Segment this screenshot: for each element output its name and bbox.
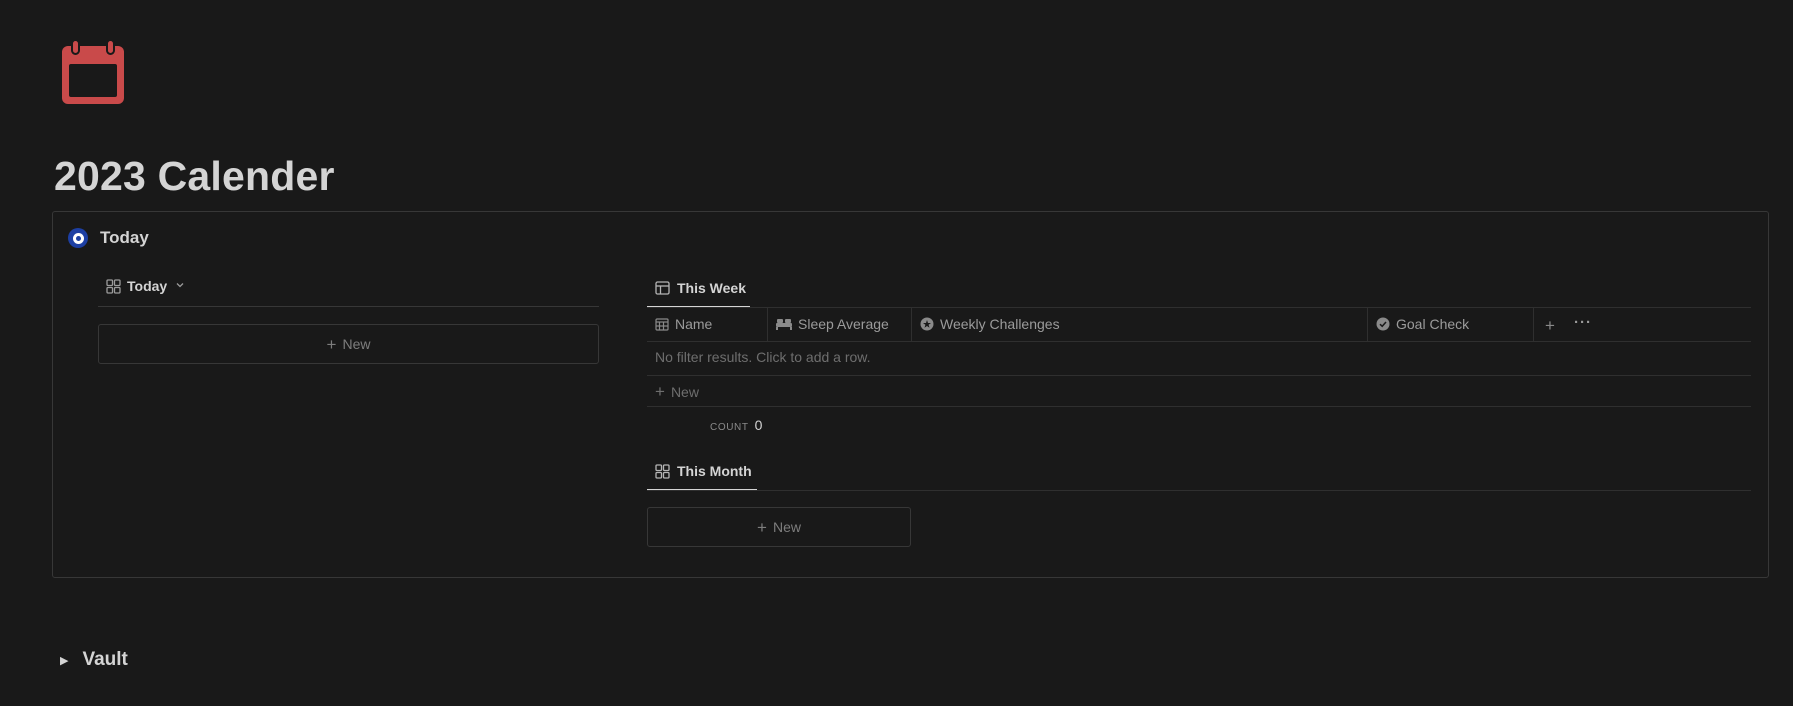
view-tab-label: Today — [127, 278, 168, 294]
plus-icon: + — [326, 334, 337, 354]
new-label: New — [342, 336, 371, 352]
divider — [98, 306, 599, 307]
column-label: Name — [675, 316, 713, 332]
column-label: Weekly Challenges — [940, 316, 1060, 332]
tab-this-month[interactable]: This Month — [655, 463, 752, 479]
count-summary[interactable]: COUNT 0 — [710, 417, 762, 433]
callout-header: Today — [68, 228, 149, 248]
column-divider[interactable] — [767, 308, 768, 341]
more-options-button[interactable]: ··· — [1574, 314, 1592, 331]
calendar-grid-icon — [655, 317, 669, 331]
plus-icon: + — [1545, 316, 1555, 335]
column-header-weekly-challenges[interactable]: Weekly Challenges — [920, 316, 1060, 332]
column-divider[interactable] — [1367, 308, 1368, 341]
divider — [647, 406, 1751, 407]
divider — [647, 375, 1751, 376]
add-property-button[interactable]: + — [1545, 316, 1555, 336]
divider — [647, 307, 1751, 308]
new-label: New — [670, 383, 699, 400]
count-value: 0 — [754, 417, 763, 433]
vault-toggle[interactable]: ▶ Vault — [60, 649, 128, 671]
divider — [647, 341, 1751, 342]
triangle-right-icon[interactable]: ▶ — [60, 654, 68, 667]
vault-label[interactable]: Vault — [82, 649, 127, 671]
column-divider[interactable] — [911, 308, 912, 341]
chevron-down-icon[interactable] — [175, 280, 185, 293]
column-header-name[interactable]: Name — [655, 316, 712, 332]
add-row-button[interactable]: + New — [655, 383, 699, 400]
tab-label: This Month — [677, 463, 752, 479]
page: 2023 Calender Today Today + New This Wee… — [0, 0, 1793, 706]
column-label: Goal Check — [1396, 316, 1470, 332]
count-label: COUNT — [710, 422, 749, 433]
plus-icon: + — [757, 517, 767, 537]
bed-icon — [776, 318, 792, 330]
column-header-goal-check[interactable]: Goal Check — [1376, 316, 1469, 332]
page-title[interactable]: 2023 Calender — [54, 150, 335, 202]
gallery-icon — [106, 278, 121, 294]
view-tab-today[interactable]: Today — [106, 278, 185, 294]
tab-this-week[interactable]: This Week — [655, 280, 746, 296]
column-divider[interactable] — [1533, 308, 1534, 341]
divider — [647, 490, 1751, 491]
callout-title[interactable]: Today — [100, 228, 149, 248]
gallery-icon — [655, 463, 670, 479]
new-card-button[interactable]: + New — [98, 324, 599, 364]
target-icon[interactable] — [68, 228, 88, 248]
plus-icon: + — [655, 382, 665, 401]
table-icon — [655, 281, 670, 295]
empty-table-message[interactable]: No filter results. Click to add a row. — [655, 349, 871, 365]
new-card-button[interactable]: + New — [647, 507, 911, 547]
tab-label: This Week — [677, 280, 746, 296]
check-circle-icon — [1376, 317, 1390, 331]
column-header-sleep-average[interactable]: Sleep Average — [776, 316, 889, 332]
new-label: New — [772, 519, 801, 535]
column-label: Sleep Average — [798, 316, 889, 332]
calendar-icon[interactable] — [62, 39, 124, 104]
star-circle-icon — [920, 317, 934, 331]
ellipsis-icon: ··· — [1574, 314, 1592, 331]
